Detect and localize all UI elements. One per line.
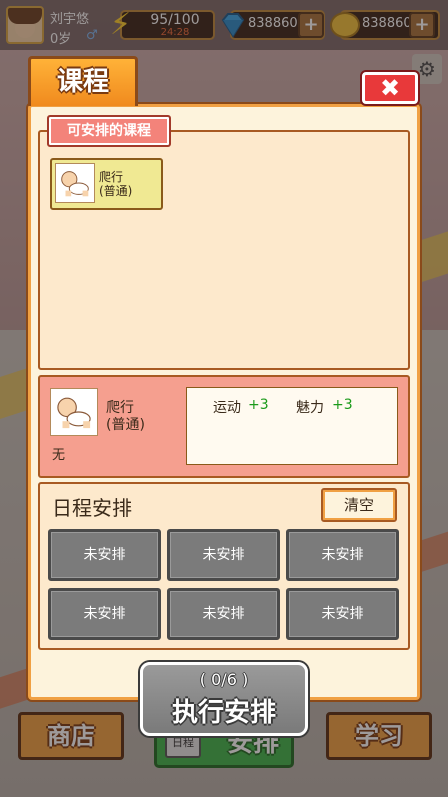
schedule-slot[interactable]: 未安排 <box>286 529 399 581</box>
close-button[interactable]: ✖ <box>362 72 418 104</box>
available-courses-header: 可安排的课程 <box>47 115 171 147</box>
schedule-slot[interactable]: 未安排 <box>167 529 280 581</box>
execute-label: 执行安排 <box>171 698 276 728</box>
crawling-baby-icon <box>55 163 95 203</box>
execute-count: ( 0/6 ) <box>199 670 249 689</box>
schedule-slot[interactable]: 未安排 <box>48 588 161 640</box>
effect-label: 运动 <box>213 400 241 416</box>
clear-button[interactable]: 清空 <box>321 488 397 522</box>
course-item-level: (普通) <box>99 184 133 198</box>
effect-value: +3 <box>248 397 269 413</box>
effect-value: +3 <box>332 397 353 413</box>
schedule-slot[interactable]: 未安排 <box>286 588 399 640</box>
panel-title: 课程 <box>28 56 138 106</box>
effect-label: 魅力 <box>296 400 324 416</box>
course-item-name: 爬行 <box>99 170 124 184</box>
close-icon: ✖ <box>379 74 401 102</box>
detail-requirement: 无 <box>52 448 66 463</box>
schedule-slot[interactable]: 未安排 <box>48 529 161 581</box>
schedule-slot[interactable]: 未安排 <box>167 588 280 640</box>
schedule-title: 日程安排 <box>52 496 132 520</box>
crawling-baby-icon <box>50 388 98 436</box>
detail-level: (普通) <box>106 417 145 433</box>
